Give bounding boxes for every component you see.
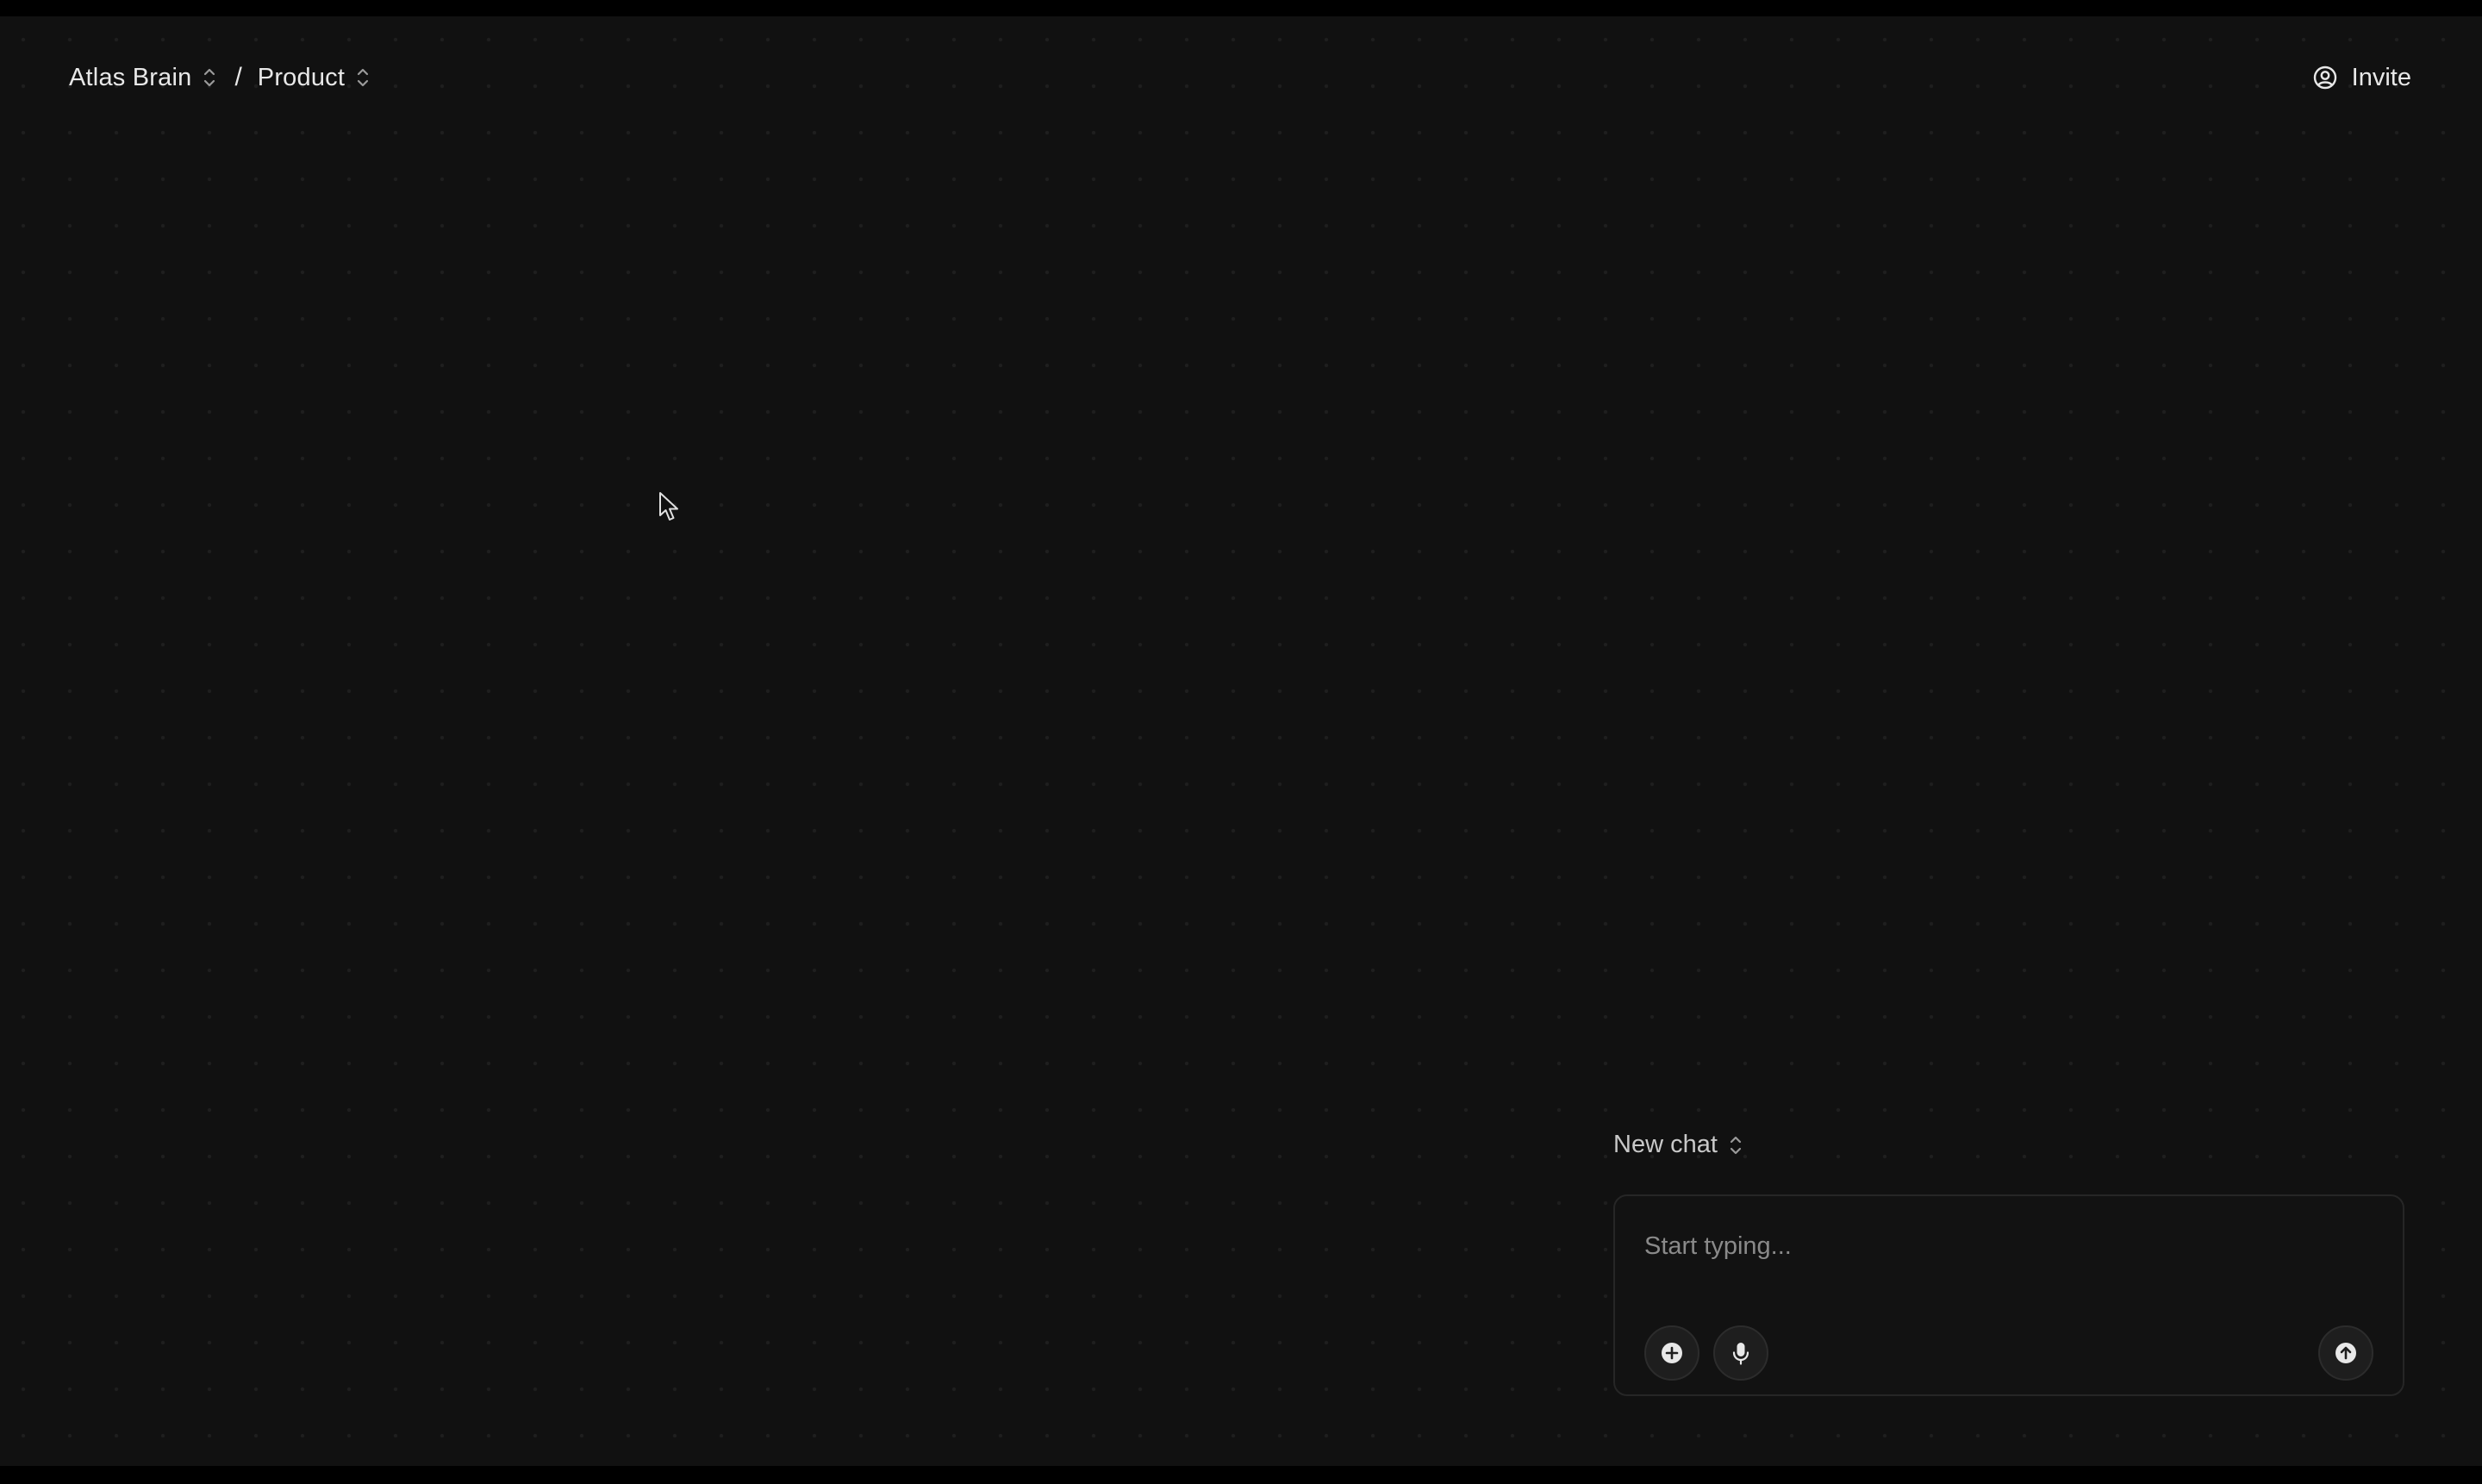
breadcrumb-separator: / — [234, 63, 242, 91]
chat-switcher-label: New chat — [1613, 1131, 1718, 1158]
updown-chevron-icon — [358, 68, 369, 87]
project-name: Product — [257, 63, 346, 91]
updown-chevron-icon — [1730, 1136, 1741, 1154]
send-button[interactable] — [2318, 1325, 2373, 1381]
project-switcher[interactable]: Product — [258, 64, 369, 92]
arrow-up-circle-icon — [2335, 1343, 2356, 1363]
add-attachment-button[interactable] — [1644, 1325, 1699, 1381]
chat-input[interactable] — [1644, 1229, 2368, 1263]
canvas-background: Atlas Brain / Product Invite New chat — [0, 16, 2482, 1466]
workspace-switcher[interactable]: Atlas Brain — [69, 64, 215, 92]
chat-switcher[interactable]: New chat — [1613, 1131, 1742, 1159]
mouse-pointer-icon — [659, 492, 678, 521]
microphone-icon — [1732, 1343, 1749, 1365]
user-circle-icon — [2313, 65, 2336, 90]
updown-chevron-icon — [204, 68, 215, 87]
breadcrumb: Atlas Brain / Product — [69, 62, 369, 93]
chat-composer — [1613, 1194, 2404, 1396]
invite-label: Invite — [2351, 63, 2411, 91]
plus-circle-icon — [1662, 1343, 1682, 1363]
invite-button[interactable]: Invite — [2312, 62, 2411, 93]
voice-input-button[interactable] — [1713, 1325, 1768, 1381]
workspace-name: Atlas Brain — [69, 63, 192, 91]
